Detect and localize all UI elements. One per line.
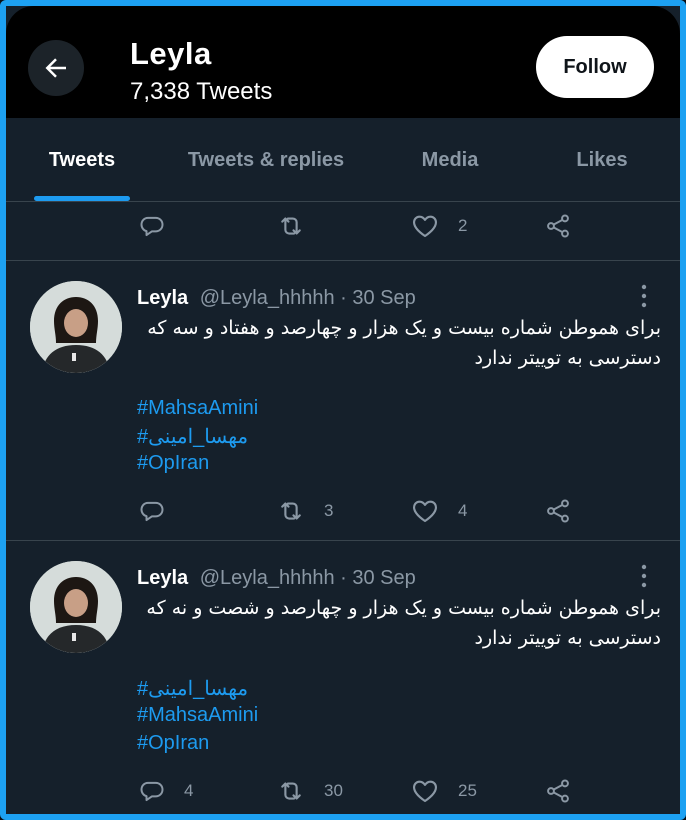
reply-button[interactable] (138, 206, 184, 246)
tweet-action-bar: 3 4 (6, 491, 680, 531)
retweet-arrows-icon (281, 502, 301, 520)
author-handle[interactable]: @Leyla_hhhhh (200, 287, 335, 309)
like-count: 2 (458, 216, 468, 235)
tweet-action-bar: 2 (6, 206, 680, 246)
avatar-image (30, 561, 122, 653)
author-name[interactable]: Leyla (137, 287, 188, 309)
tab-tweets-and-replies[interactable]: Tweets & replies (178, 118, 354, 202)
tweet-text: برای هموطن شماره بیست و یک هزار و چهارصد… (146, 597, 661, 649)
app-frame: Leyla 7,338 Tweets Follow Tweets Tweets … (0, 0, 686, 820)
heart-icon (413, 780, 437, 803)
reply-button[interactable] (138, 491, 184, 531)
avatar[interactable] (30, 281, 122, 373)
tab-tweets[interactable]: Tweets (34, 118, 130, 202)
tweet-date[interactable]: · 30 Sep (340, 567, 416, 589)
vertical-dots-icon[interactable] (638, 563, 650, 589)
avatar-image (30, 281, 122, 373)
profile-tabs: Tweets Tweets & replies Media Likes (6, 118, 680, 202)
retweet-button[interactable]: 30 (276, 771, 343, 811)
hashtag-link[interactable]: #مهسا_امینی (137, 424, 248, 449)
tweet-card[interactable]: Leyla @Leyla_hhhhh · 30 Sep برای هموطن ش… (6, 261, 680, 539)
share-nodes-icon (547, 499, 569, 523)
profile-header: Leyla 7,338 Tweets Follow (6, 6, 680, 118)
tweet-date[interactable]: · 30 Sep (340, 287, 416, 309)
hashtag-link[interactable]: #مهسا_امینی (137, 676, 248, 701)
back-button[interactable] (28, 40, 84, 96)
reply-button[interactable]: 4 (138, 771, 193, 811)
tab-media[interactable]: Media (410, 118, 490, 202)
like-count: 25 (458, 781, 477, 800)
retweet-arrows-icon (281, 782, 301, 800)
author-handle[interactable]: @Leyla_hhhhh (200, 567, 335, 589)
share-button[interactable] (544, 206, 572, 246)
avatar[interactable] (30, 561, 122, 653)
tweet-count: 7,338 Tweets (130, 78, 273, 105)
share-button[interactable] (544, 491, 572, 531)
tweet-text: برای هموطن شماره بیست و یک هزار و چهارصد… (147, 317, 661, 369)
retweet-button[interactable] (276, 206, 306, 246)
tab-likes[interactable]: Likes (566, 118, 638, 202)
speech-bubble-icon (140, 781, 164, 802)
hashtag-link[interactable]: #OpIran (137, 732, 209, 755)
speech-bubble-icon (140, 501, 164, 522)
tweet-header: Leyla @Leyla_hhhhh · 30 Sep (137, 287, 416, 310)
like-button[interactable]: 4 (410, 491, 467, 531)
retweet-count: 3 (324, 501, 334, 520)
speech-bubble-icon (140, 216, 164, 237)
heart-icon (413, 500, 437, 523)
vertical-dots-icon[interactable] (638, 283, 650, 309)
like-count: 4 (458, 501, 468, 520)
author-name[interactable]: Leyla (137, 567, 188, 589)
like-button[interactable]: 25 (410, 771, 477, 811)
heart-icon (413, 215, 437, 238)
arrow-left-icon (45, 58, 66, 78)
tweet-card[interactable]: Leyla @Leyla_hhhhh · 30 Sep برای هموطن ش… (6, 541, 680, 814)
tweet-action-bar: 4 30 25 (6, 771, 680, 811)
hashtag-link[interactable]: #MahsaAmini (137, 397, 258, 420)
like-button[interactable]: 2 (410, 206, 467, 246)
retweet-arrows-icon (281, 217, 301, 235)
retweet-button[interactable]: 3 (276, 491, 333, 531)
profile-name: Leyla (130, 36, 212, 71)
reply-count: 4 (184, 781, 194, 800)
follow-button[interactable]: Follow (536, 36, 654, 98)
hashtag-link[interactable]: #OpIran (137, 452, 209, 475)
hashtag-link[interactable]: #MahsaAmini (137, 704, 258, 727)
share-button[interactable] (544, 771, 572, 811)
share-nodes-icon (547, 779, 569, 803)
active-tab-indicator (34, 196, 130, 201)
share-nodes-icon (547, 214, 569, 238)
retweet-count: 30 (324, 781, 343, 800)
tweet-header: Leyla @Leyla_hhhhh · 30 Sep (137, 567, 416, 590)
